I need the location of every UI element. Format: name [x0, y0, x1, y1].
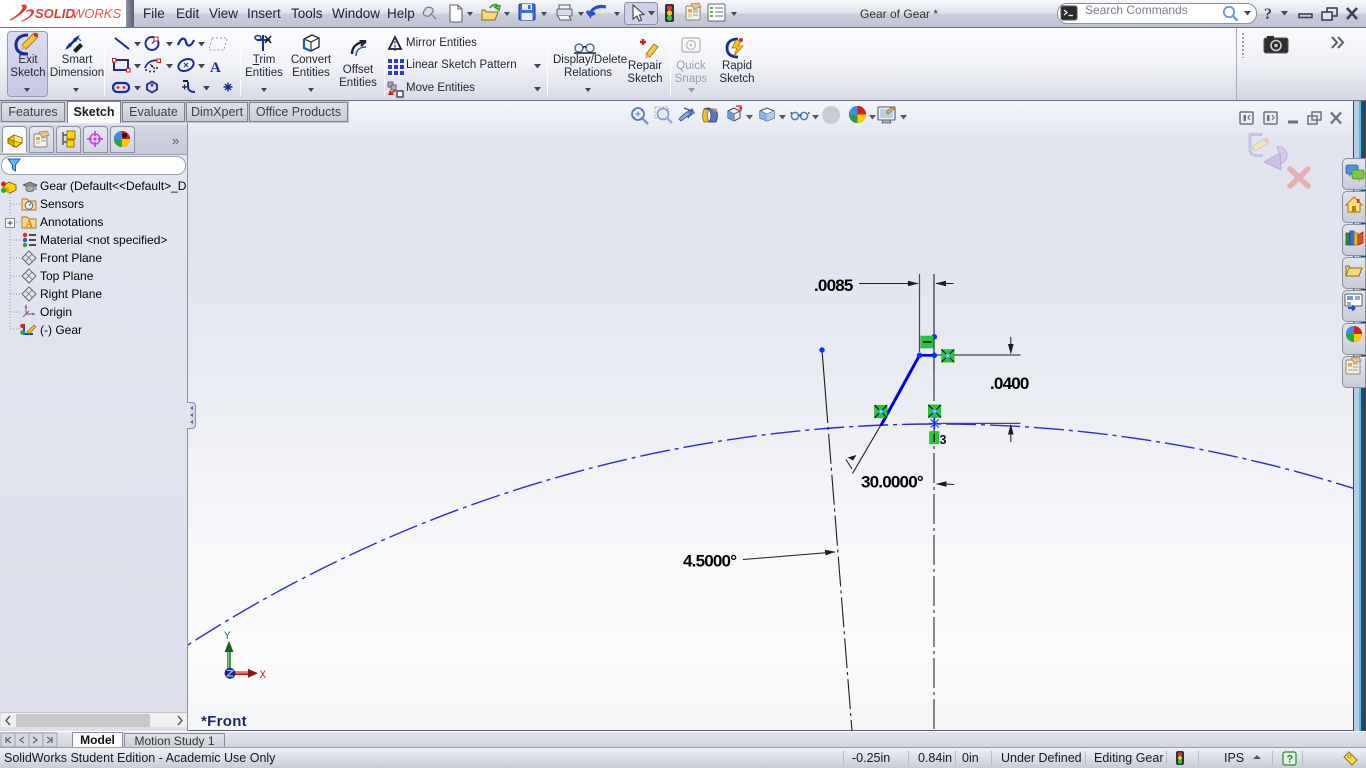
svg-text:WORKS: WORKS: [72, 6, 121, 21]
svg-text:X: X: [260, 670, 267, 682]
svg-text:A: A: [210, 60, 221, 76]
svg-text:?: ?: [1287, 754, 1294, 766]
svg-text:SOLID: SOLID: [35, 6, 75, 21]
svg-text:.0085: .0085: [814, 276, 853, 295]
svg-text:4.5000°: 4.5000°: [683, 552, 737, 571]
svg-text:*Front: *Front: [201, 713, 247, 730]
svg-text:Y: Y: [224, 631, 231, 643]
svg-text:3: 3: [940, 433, 947, 447]
svg-text:A: A: [26, 219, 34, 230]
svg-text:»: »: [172, 133, 179, 148]
svg-text:?: ?: [1264, 6, 1272, 23]
svg-text:.0400: .0400: [990, 374, 1029, 393]
svg-text:30.0000°: 30.0000°: [861, 473, 924, 492]
